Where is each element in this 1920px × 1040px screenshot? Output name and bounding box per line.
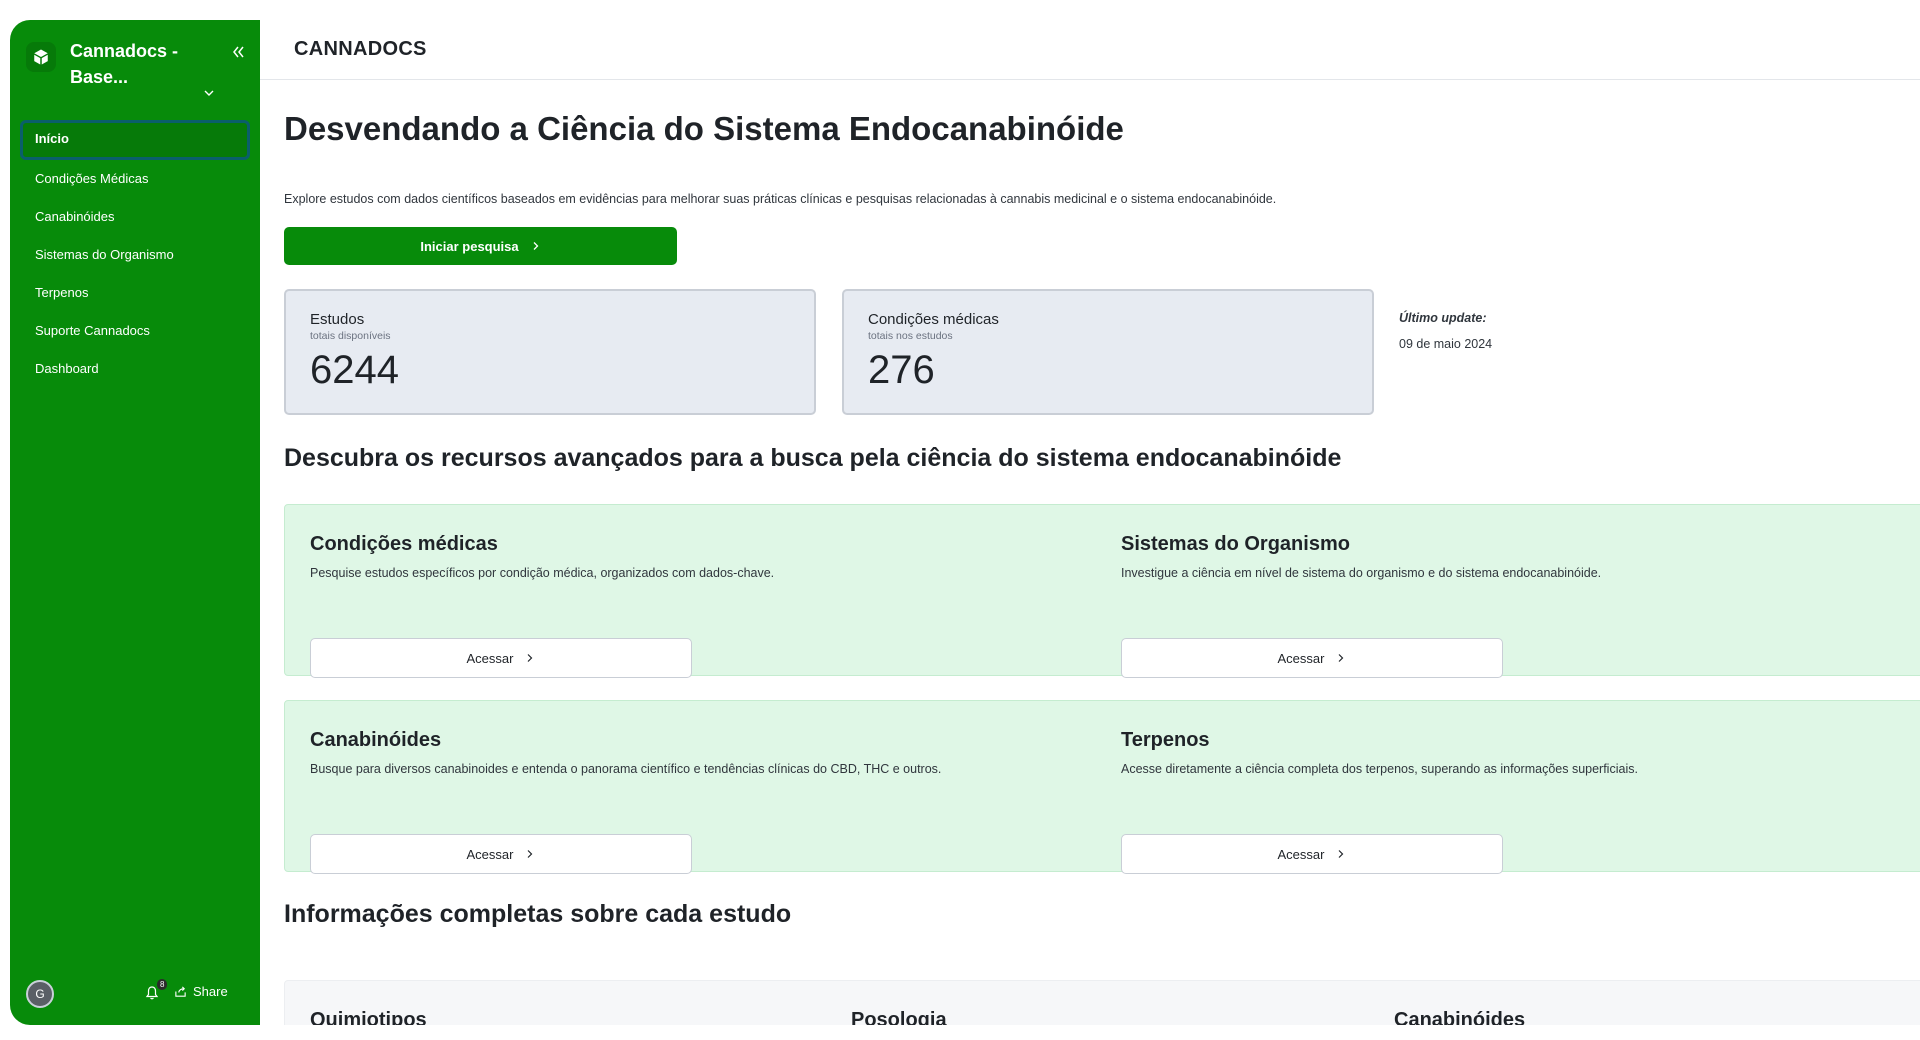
last-update-label: Último update: [1399, 311, 1487, 325]
feature-panel: Canabinóides Busque para diversos canabi… [284, 700, 1920, 874]
sidebar-nav: Início Condições Médicas Canabinóides Si… [20, 120, 250, 388]
sidebar: Cannadocs - Base... Início Condições Méd… [10, 20, 260, 1025]
sidebar-item-terpenos[interactable]: Terpenos [20, 274, 250, 312]
sidebar-item-dashboard[interactable]: Dashboard [20, 350, 250, 388]
sidebar-item-condicoes-medicas[interactable]: Condições Médicas [20, 160, 250, 198]
feature-title: Terpenos [1121, 729, 1210, 751]
cube-logo-icon [26, 42, 56, 72]
notifications-button[interactable]: 8 [144, 979, 168, 1003]
feature-card-sistemas-do-organismo: Sistemas do Organismo Investigue a ciênc… [1121, 533, 1901, 678]
stat-value: 276 [868, 348, 935, 392]
share-button[interactable]: Share [174, 984, 228, 999]
feature-title: Sistemas do Organismo [1121, 533, 1350, 555]
avatar[interactable]: G [26, 980, 54, 1008]
info-column-title: Canabinóides [1394, 1009, 1526, 1025]
workspace-title: Cannadocs - Base... [70, 41, 179, 87]
stat-sublabel: totais nos estudos [868, 330, 953, 342]
chevron-right-icon [1339, 654, 1344, 662]
chevron-down-icon [202, 86, 216, 100]
share-icon [175, 986, 186, 997]
access-button[interactable]: Acessar [1121, 834, 1503, 874]
chevron-right-icon [533, 242, 539, 250]
stat-label: Estudos [310, 311, 365, 328]
stat-sublabel: totais disponíveis [310, 330, 391, 342]
access-button[interactable]: Acessar [1121, 638, 1503, 678]
feature-description: Acesse diretamente a ciência completa do… [1121, 762, 1638, 776]
start-search-button[interactable]: Iniciar pesquisa [284, 227, 677, 265]
chevron-right-icon [1339, 850, 1344, 858]
feature-card-condicoes-medicas: Condições médicas Pesquise estudos espec… [310, 533, 1090, 678]
feature-title: Condições médicas [310, 533, 498, 555]
sidebar-item-inicio[interactable]: Início [20, 120, 250, 160]
main-content: CANNADOCS Desvendando a Ciência do Siste… [260, 20, 1920, 1025]
access-button-label: Acessar [1277, 846, 1325, 862]
features-section-title: Descubra os recursos avançados para a bu… [284, 444, 1342, 472]
access-button-label: Acessar [466, 650, 514, 666]
access-button-label: Acessar [1277, 650, 1325, 666]
chevron-right-icon [528, 850, 533, 858]
feature-title: Canabinóides [310, 729, 442, 751]
feature-panel: Condições médicas Pesquise estudos espec… [284, 504, 1920, 678]
page-header-title: CANNADOCS [294, 38, 427, 60]
feature-description: Busque para diversos canabinoides e ente… [310, 762, 942, 776]
collapse-sidebar-icon[interactable] [228, 42, 248, 62]
start-search-label: Iniciar pesquisa [420, 238, 519, 254]
sidebar-item-canabinoides[interactable]: Canabinóides [20, 198, 250, 236]
stat-card-studies: Estudos totais disponíveis 6244 [284, 289, 816, 415]
hero-title: Desvendando a Ciência do Sistema Endocan… [284, 110, 1124, 147]
chevron-right-icon [528, 654, 533, 662]
info-section-title: Informações completas sobre cada estudo [284, 900, 792, 928]
last-update-date: 09 de maio 2024 [1399, 337, 1493, 351]
access-button-label: Acessar [466, 846, 514, 862]
feature-card-canabinoides: Canabinóides Busque para diversos canabi… [310, 729, 1090, 874]
feature-description: Investigue a ciência em nível de sistema… [1121, 566, 1602, 580]
workspace-switcher[interactable]: Cannadocs - Base... [26, 38, 251, 98]
last-update: Último update: 09 de maio 2024 [1399, 311, 1492, 351]
info-column-title: Quimiotipos [310, 1009, 427, 1025]
sidebar-item-sistemas-do-organismo[interactable]: Sistemas do Organismo [20, 236, 250, 274]
share-label: Share [193, 984, 228, 999]
info-column-title: Posologia [851, 1009, 947, 1025]
stat-label: Condições médicas [868, 311, 999, 328]
stat-value: 6244 [310, 348, 399, 392]
feature-description: Pesquise estudos específicos por condiçã… [310, 566, 775, 580]
sidebar-footer: G 8 Share [26, 979, 246, 1009]
notification-count-badge: 8 [157, 979, 168, 990]
info-panel: Quimiotipos Posologia Canabinóides [284, 980, 1920, 1025]
access-button[interactable]: Acessar [310, 834, 692, 874]
access-button[interactable]: Acessar [310, 638, 692, 678]
hero-subtitle: Explore estudos com dados científicos ba… [284, 192, 1277, 206]
app-window: Cannadocs - Base... Início Condições Méd… [10, 20, 1920, 1025]
feature-card-terpenos: Terpenos Acesse diretamente a ciência co… [1121, 729, 1901, 874]
sidebar-item-suporte-cannadocs[interactable]: Suporte Cannadocs [20, 312, 250, 350]
page-header: CANNADOCS [260, 20, 1920, 80]
stat-card-conditions: Condições médicas totais nos estudos 276 [842, 289, 1374, 415]
